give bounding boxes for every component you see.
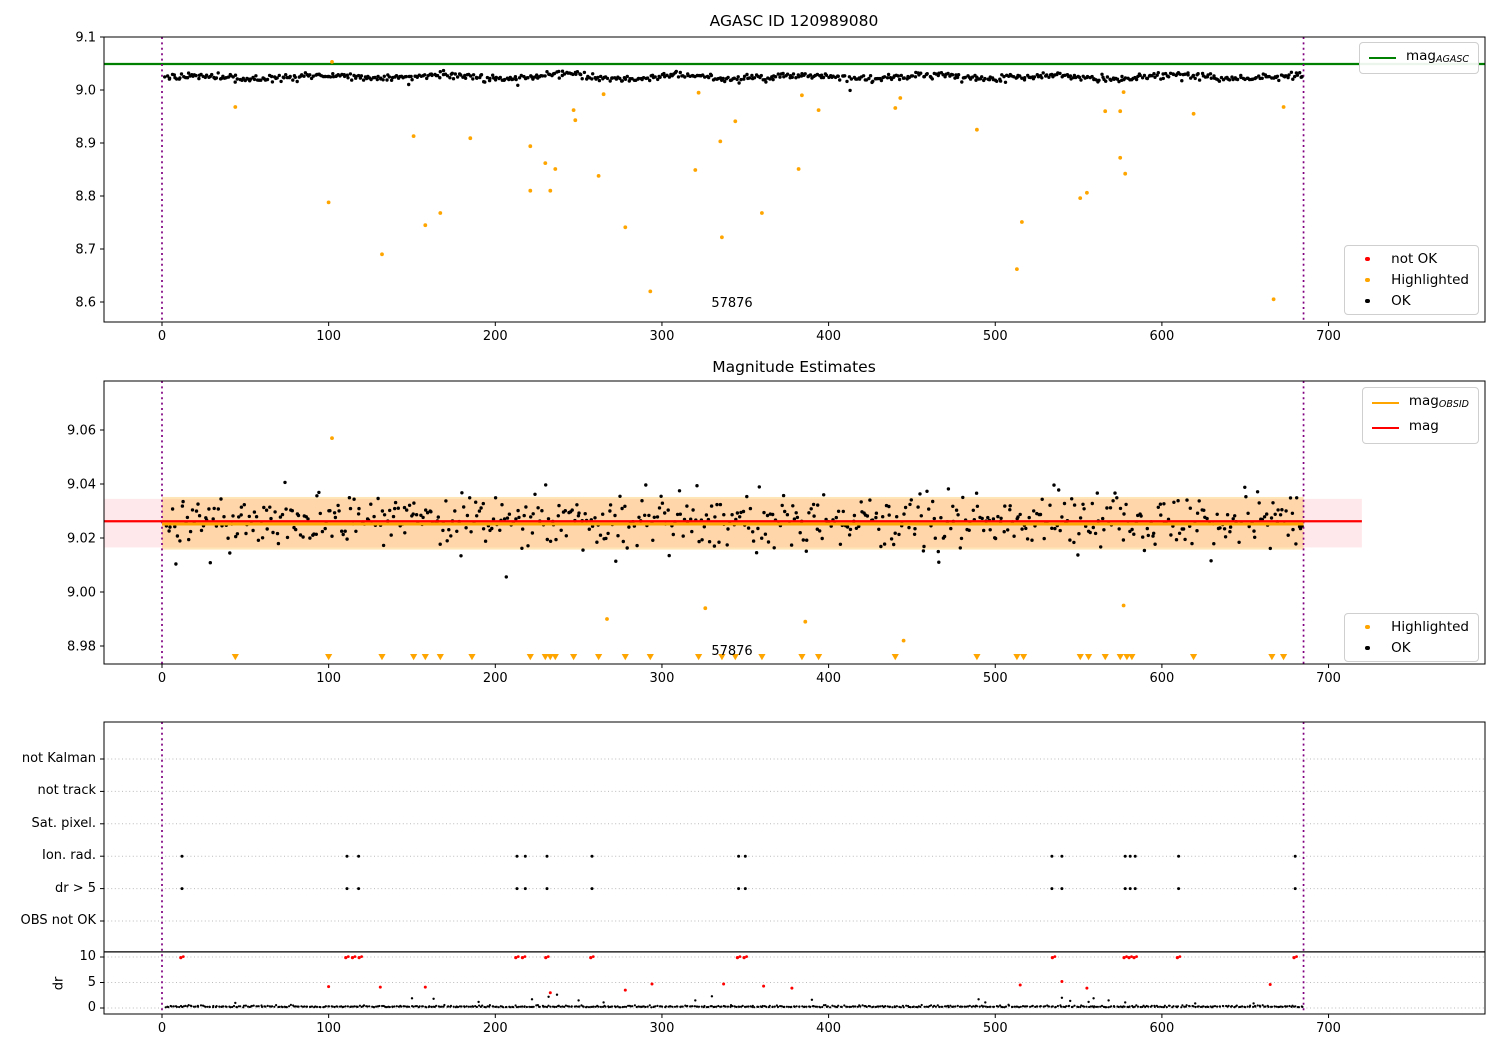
plot1-title: AGASC ID 120989080 (709, 12, 879, 30)
row-label-dr-gt-5: dr > 5 (54, 881, 96, 896)
dr-gt5-flag-points (180, 887, 1297, 891)
row-label-ion-rad: Ion. rad. (42, 848, 96, 863)
legend-label: OK (1391, 640, 1411, 656)
svg-text:9.06: 9.06 (67, 424, 96, 439)
svg-text:600: 600 (1149, 1021, 1174, 1036)
legend-entry-ok: OK (1354, 293, 1469, 309)
obsid-annotation-plot2: 57876 (711, 644, 753, 659)
legend-plot1-points: not OK Highlighted OK (1344, 245, 1479, 315)
svg-text:300: 300 (650, 1021, 675, 1036)
flagged-obsid-triangles (231, 654, 1288, 661)
figure-page: { "colors": { "green": "#008000", "orang… (0, 0, 1500, 1050)
obsid-boundary-lines-plot3 (161, 722, 1305, 1014)
legend-label: Highlighted (1391, 272, 1469, 288)
svg-text:9.1: 9.1 (75, 31, 96, 46)
row-label-obs-not-ok: OBS not OK (20, 913, 97, 928)
black-dot-swatch (1354, 645, 1381, 651)
row-label-not-track: not track (37, 783, 96, 798)
dr-tick-5: 5 (87, 975, 96, 990)
dr-clipped-points (179, 955, 1298, 960)
svg-text:500: 500 (983, 329, 1008, 344)
legend-entry-highlighted: Highlighted (1354, 619, 1469, 635)
orange-dot-swatch (1354, 624, 1381, 630)
legend-label: magOBSID (1408, 393, 1469, 410)
green-line-swatch (1368, 56, 1396, 60)
svg-text:200: 200 (483, 1021, 508, 1036)
row-label-sat-pixel: Sat. pixel. (31, 816, 96, 831)
legend-entry-highlighted: Highlighted (1354, 272, 1469, 288)
svg-text:300: 300 (650, 329, 675, 344)
svg-text:400: 400 (816, 671, 841, 686)
svg-text:9.0: 9.0 (75, 84, 96, 99)
legend-label: OK (1391, 293, 1411, 309)
legend-entry-mag-agasc: magAGASC (1368, 48, 1469, 68)
svg-text:500: 500 (983, 1021, 1008, 1036)
legend-entry-ok: OK (1354, 640, 1469, 656)
orange-line-swatch (1371, 401, 1399, 405)
svg-text:8.9: 8.9 (75, 137, 96, 152)
svg-text:0: 0 (158, 671, 166, 686)
black-dot-swatch (1354, 298, 1381, 304)
flag-gridlines (104, 758, 1485, 1009)
svg-text:400: 400 (816, 329, 841, 344)
svg-text:9.02: 9.02 (67, 532, 96, 547)
legend-label: mag (1408, 418, 1439, 434)
svg-text:9.04: 9.04 (67, 478, 96, 493)
svg-text:8.6: 8.6 (75, 296, 96, 311)
legend-entry-not-ok: not OK (1354, 251, 1469, 267)
svg-text:500: 500 (983, 671, 1008, 686)
svg-text:200: 200 (483, 671, 508, 686)
legend-label: Highlighted (1391, 619, 1469, 635)
legend-entry-mag: mag (1371, 418, 1469, 438)
dr-axis-label: dr (51, 976, 67, 991)
svg-text:700: 700 (1316, 1021, 1341, 1036)
svg-text:200: 200 (483, 329, 508, 344)
legend-entry-mag-obsid: magOBSID (1371, 393, 1469, 413)
svg-text:8.98: 8.98 (67, 640, 96, 655)
svg-text:400: 400 (816, 1021, 841, 1036)
svg-text:700: 700 (1316, 671, 1341, 686)
legend-plot2-points: Highlighted OK (1344, 613, 1479, 662)
svg-text:700: 700 (1316, 329, 1341, 344)
plot2-title: Magnitude Estimates (712, 358, 876, 376)
legend-label: magAGASC (1405, 48, 1469, 65)
row-label-not-kalman: not Kalman (21, 751, 96, 766)
svg-text:100: 100 (316, 1021, 341, 1036)
svg-text:600: 600 (1149, 671, 1174, 686)
svg-text:0: 0 (158, 1021, 166, 1036)
dr-tick-10: 10 (79, 949, 96, 964)
svg-text:9.00: 9.00 (67, 586, 96, 601)
highlighted-points-plot1 (233, 60, 1286, 302)
obsid-annotation-plot1: 57876 (711, 296, 753, 311)
red-line-swatch (1371, 426, 1399, 430)
mag-overview-yticks: 9.1 9.0 8.9 8.8 8.7 8.6 (75, 31, 104, 311)
svg-text:300: 300 (650, 671, 675, 686)
legend-mag-agasc: magAGASC (1358, 42, 1479, 74)
mag-overview-axes: 0 100 200 300 400 500 600 700 (103, 36, 1486, 344)
dr-tick-0: 0 (87, 1000, 96, 1015)
svg-text:100: 100 (316, 671, 341, 686)
svg-text:100: 100 (316, 329, 341, 344)
red-dot-swatch (1354, 256, 1381, 262)
svg-text:0: 0 (158, 329, 166, 344)
ion-rad-flag-points (180, 854, 1297, 858)
orange-dot-swatch (1354, 277, 1381, 283)
figure-canvas: 0 100 200 300 400 500 600 7009.19.08.98.88.78.6… (67, 31, 1486, 1036)
dr-ok-bump-points (234, 993, 1255, 1005)
svg-text:600: 600 (1149, 329, 1174, 344)
svg-text:8.8: 8.8 (75, 190, 96, 205)
ok-points-plot1 (163, 68, 1304, 93)
svg-text:8.7: 8.7 (75, 243, 96, 258)
legend-label: not OK (1391, 251, 1438, 267)
legend-plot2-lines: magOBSID mag (1361, 387, 1479, 444)
magnitude-estimates-yticks: 9.06 9.04 9.02 9.00 8.98 (67, 424, 104, 655)
